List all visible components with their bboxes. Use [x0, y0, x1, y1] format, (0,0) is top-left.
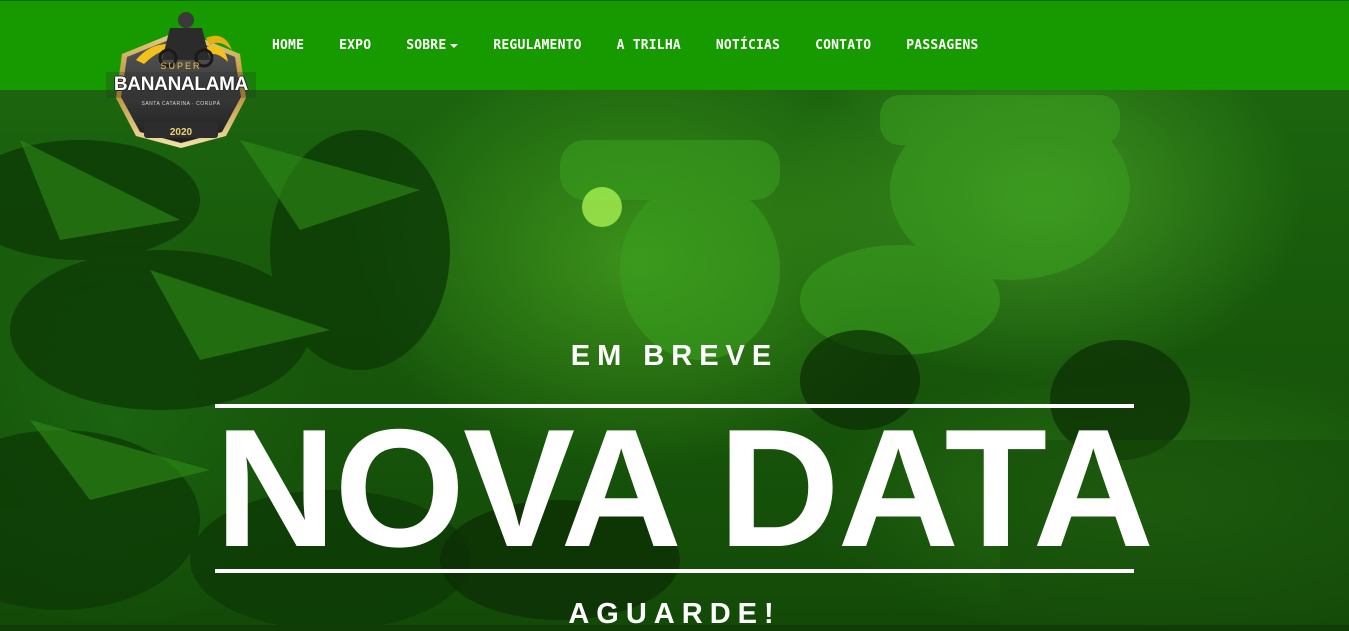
nav-item-noticias[interactable]: NOTÍCIAS: [716, 37, 780, 55]
nav-item-contato[interactable]: CONTATO: [815, 37, 871, 55]
nav-a-trilha-label: A TRILHA: [616, 38, 681, 53]
nav-item-a-trilha[interactable]: A TRILHA: [617, 37, 681, 55]
nav-noticias-label: NOTÍCIAS: [715, 38, 781, 53]
nav-contato-label: CONTATO: [815, 38, 872, 53]
nav-home-label: HOME: [272, 38, 305, 53]
logo-wordmark: BANANALAMA: [113, 74, 249, 95]
nav-item-regulamento[interactable]: REGULAMENTO: [493, 37, 581, 55]
headline-bottom-rule: [215, 569, 1134, 573]
nav-item-home[interactable]: HOME: [272, 37, 304, 55]
logo-year: 2020: [169, 127, 193, 138]
logo-subtitle: SANTA CATARINA · CORUPÁ: [141, 101, 221, 107]
hero-footer-text: AGUARDE!: [568, 598, 781, 630]
hero-headline: NOVA DATA: [215, 394, 1154, 582]
nav-passagens-label: PASSAGENS: [906, 38, 979, 53]
site-logo[interactable]: SUPER BANANALAMA SANTA CATARINA · CORUPÁ…: [106, 8, 256, 150]
nav-expo-label: EXPO: [339, 38, 372, 53]
hero-kicker: EM BREVE: [570, 340, 779, 372]
nav-regulamento-label: REGULAMENTO: [493, 38, 582, 53]
nav-item-passagens[interactable]: PASSAGENS: [906, 37, 978, 55]
main-menu: HOME EXPO SOBRE REGULAMENTO A TRILHA NOT…: [272, 37, 1014, 55]
nav-sobre-label: SOBRE: [406, 38, 447, 53]
nav-item-expo[interactable]: EXPO: [339, 37, 371, 55]
caret-down-icon: [450, 43, 459, 48]
nav-item-sobre[interactable]: SOBRE: [406, 37, 459, 55]
logo-super-text: SUPER: [160, 61, 202, 71]
